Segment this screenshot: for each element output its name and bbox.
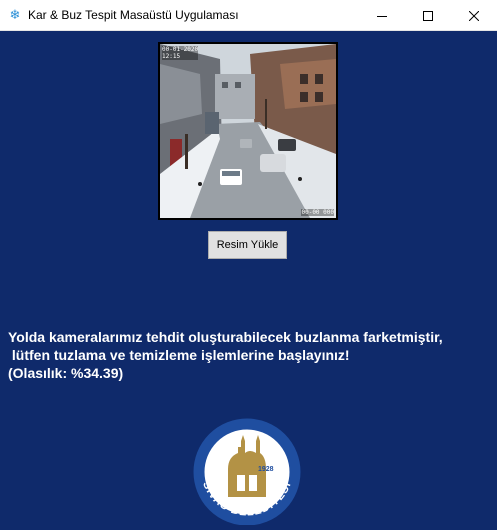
sivas-belediyesi-logo: 1928 SİVAS BELEDİYESİ [188, 417, 306, 525]
detection-result-message: Yolda kameralarımız tehdit oluşturabilec… [8, 328, 493, 382]
upload-image-button[interactable]: Resim Yükle [208, 231, 287, 259]
window-controls [359, 0, 497, 31]
maximize-icon [423, 10, 433, 21]
camera-timestamp-bottom: 00-00 000 [301, 209, 334, 216]
window-title: Kar & Buz Tespit Masaüstü Uygulaması [28, 8, 239, 22]
close-icon [469, 10, 479, 21]
camera-time: 12:15 [162, 53, 181, 60]
title-bar: ❄ Kar & Buz Tespit Masaüstü Uygulaması [0, 0, 497, 31]
maximize-button[interactable] [405, 0, 451, 31]
minimize-icon [377, 15, 387, 17]
close-button[interactable] [451, 0, 497, 31]
camera-date: 00-01-2020 [162, 46, 199, 53]
result-line-1: Yolda kameralarımız tehdit oluşturabilec… [8, 329, 443, 345]
logo-year: 1928 [258, 466, 274, 473]
minimize-button[interactable] [359, 0, 405, 31]
snowflake-icon: ❄ [9, 7, 21, 22]
result-probability: (Olasılık: %34.39) [8, 365, 124, 381]
result-line-2: lütfen tuzlama ve temizleme işlemlerine … [8, 347, 350, 363]
camera-image: 00-01-2020 12:15 00-00 000 [158, 42, 338, 220]
camera-timestamp-top: 00-01-2020 12:15 [162, 46, 199, 60]
street-scene-image [160, 44, 336, 218]
